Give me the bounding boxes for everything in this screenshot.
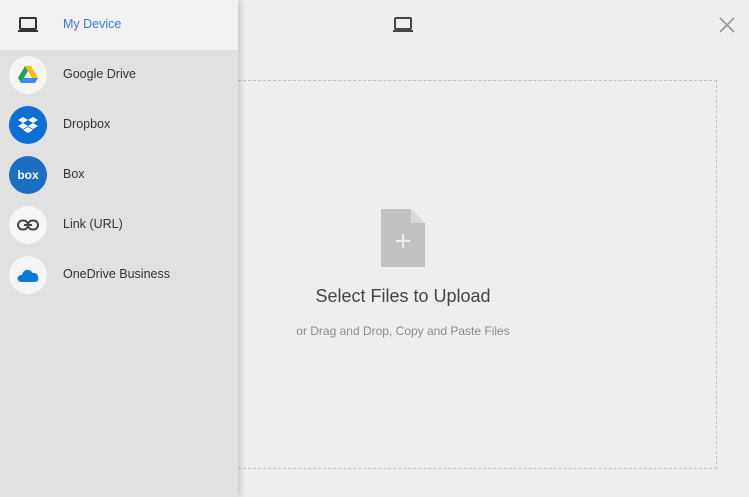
sidebar-item-link-url[interactable]: Link (URL)	[0, 200, 238, 250]
svg-text:box: box	[17, 168, 39, 182]
laptop-icon	[9, 6, 47, 44]
dropbox-icon	[9, 106, 47, 144]
onedrive-icon	[9, 256, 47, 294]
sidebar-item-onedrive-business[interactable]: OneDrive Business	[0, 250, 238, 300]
sidebar-item-box[interactable]: box Box	[0, 150, 238, 200]
box-icon: box	[9, 156, 47, 194]
sidebar-item-google-drive[interactable]: Google Drive	[0, 50, 238, 100]
sidebar-item-label: Link (URL)	[63, 217, 123, 231]
sidebar-item-dropbox[interactable]: Dropbox	[0, 100, 238, 150]
google-drive-icon	[9, 56, 47, 94]
sidebar-item-label: OneDrive Business	[63, 267, 170, 281]
drop-zone[interactable]	[238, 80, 717, 469]
drop-zone-subtitle: or Drag and Drop, Copy and Paste Files	[296, 324, 510, 338]
laptop-icon	[393, 17, 413, 32]
sidebar-item-label: My Device	[63, 17, 122, 31]
file-add-icon[interactable]	[381, 209, 425, 267]
drop-zone-title[interactable]: Select Files to Upload	[238, 286, 568, 307]
link-icon	[9, 206, 47, 244]
sidebar-item-label: Box	[63, 167, 85, 181]
sidebar-item-my-device[interactable]: My Device	[0, 0, 238, 50]
close-icon[interactable]	[716, 14, 738, 36]
sidebar-item-label: Google Drive	[63, 67, 136, 81]
source-sidebar: My Device Google Drive Dropbox box Box L…	[0, 0, 238, 497]
sidebar-item-label: Dropbox	[63, 117, 111, 131]
